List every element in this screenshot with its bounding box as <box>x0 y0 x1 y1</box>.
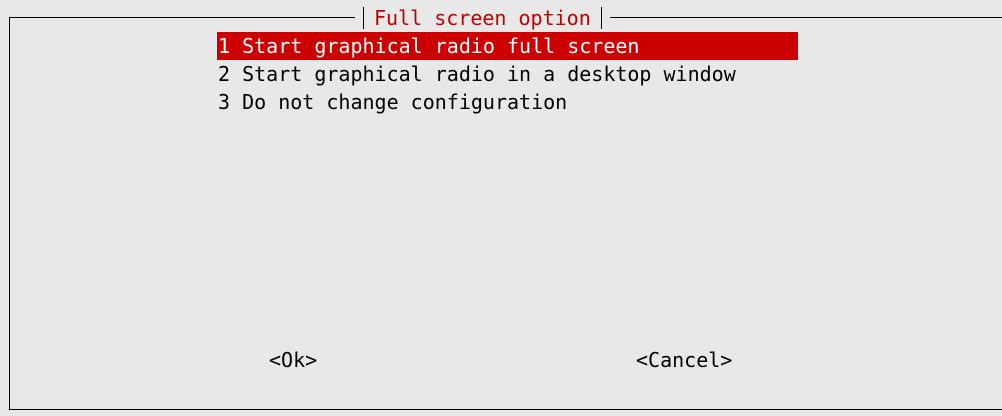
menu-item-desktop-window[interactable]: 2 Start graphical radio in a desktop win… <box>217 60 798 88</box>
title-right-border <box>600 7 602 29</box>
cancel-button[interactable]: <Cancel> <box>636 346 732 374</box>
dialog-title: Full screen option <box>355 5 610 31</box>
option-menu: 1 Start graphical radio full screen 2 St… <box>217 32 798 116</box>
menu-item-full-screen[interactable]: 1 Start graphical radio full screen <box>217 32 798 60</box>
ok-button[interactable]: <Ok> <box>269 346 317 374</box>
menu-item-no-change[interactable]: 3 Do not change configuration <box>217 88 798 116</box>
terminal-screen: Full screen option 1 Start graphical rad… <box>0 0 1002 416</box>
dialog-title-text: Full screen option <box>374 6 591 30</box>
